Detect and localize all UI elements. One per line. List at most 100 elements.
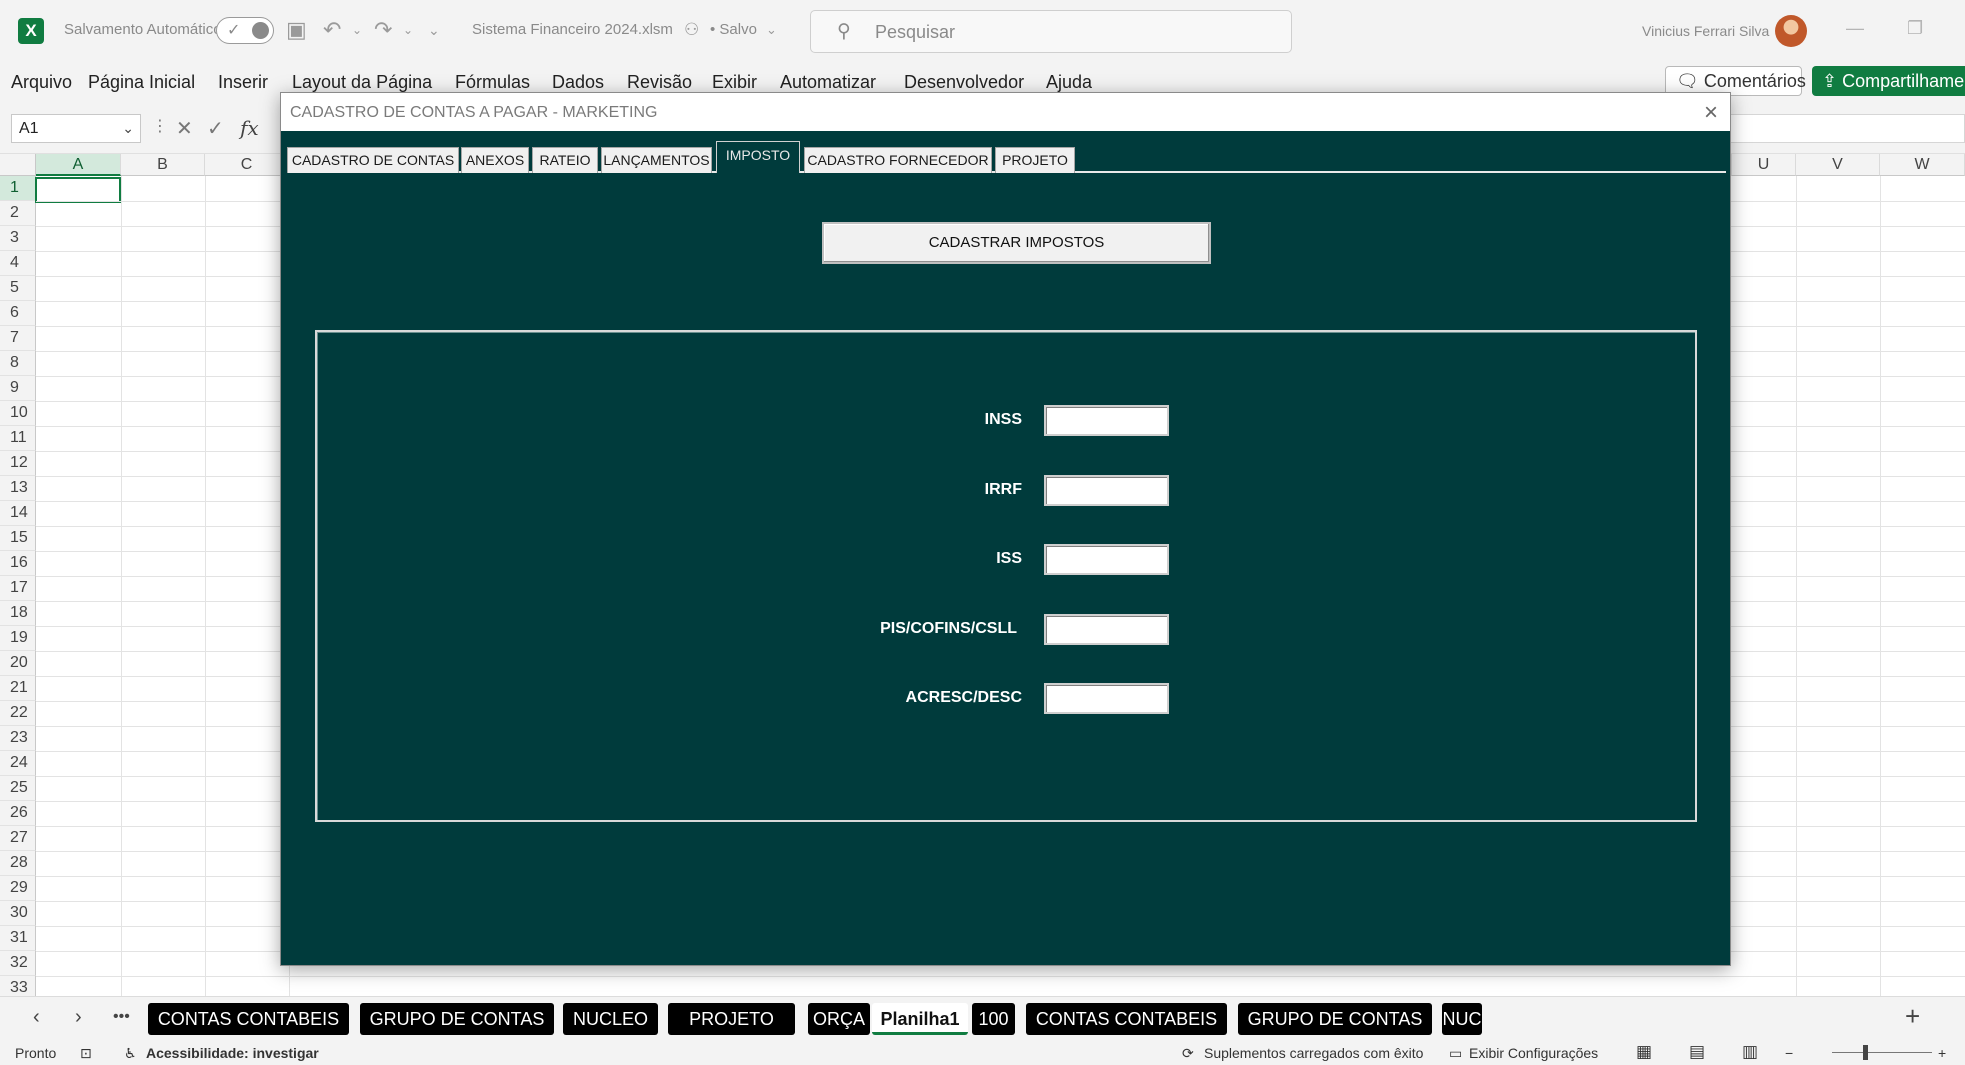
row-header[interactable]: 13 [0, 476, 36, 501]
redo-dropdown-icon[interactable]: ⌄ [403, 17, 413, 43]
scroll-left-icon[interactable]: ‹ [33, 1006, 40, 1029]
scroll-right-icon[interactable]: › [75, 1006, 82, 1029]
sheet-tab-grupo-de-contas-2[interactable]: GRUPO DE CONTAS [1238, 1003, 1432, 1035]
row-header[interactable]: 31 [0, 926, 36, 951]
normal-view-icon[interactable]: ▦ [1636, 1042, 1652, 1062]
row-header[interactable]: 22 [0, 701, 36, 726]
column-header-u[interactable]: U [1732, 154, 1796, 176]
zoom-slider-thumb[interactable] [1863, 1045, 1868, 1060]
row-header[interactable]: 30 [0, 901, 36, 926]
autosave-toggle[interactable]: ✓ [216, 17, 274, 44]
row-header[interactable]: 19 [0, 626, 36, 651]
enter-icon[interactable]: ✓ [207, 116, 224, 141]
sheet-tab-grupo-de-contas[interactable]: GRUPO DE CONTAS [360, 1003, 554, 1035]
page-break-view-icon[interactable]: ▥ [1742, 1042, 1758, 1062]
restore-icon[interactable]: ❐ [1907, 18, 1923, 39]
more-options-icon[interactable]: ⋮ [152, 116, 168, 136]
column-header-a[interactable]: A [36, 154, 121, 176]
row-header[interactable]: 14 [0, 501, 36, 526]
accessibility-status[interactable]: Acessibilidade: investigar [146, 1045, 319, 1061]
column-header-v[interactable]: V [1796, 154, 1880, 176]
sheet-tab-planilha1[interactable]: Planilha1 [872, 1003, 968, 1035]
formula-input[interactable] [1730, 114, 1965, 143]
zoom-in-icon[interactable]: + [1938, 1045, 1946, 1061]
sheet-tab-nucleo[interactable]: NUCLEO [563, 1003, 658, 1035]
excel-logo-icon[interactable]: X [18, 18, 44, 44]
menu-formulas[interactable]: Fórmulas [455, 72, 530, 93]
row-header[interactable]: 2 [0, 201, 36, 226]
row-header[interactable]: 16 [0, 551, 36, 576]
saved-status[interactable]: • Salvo [710, 21, 757, 38]
add-sheet-icon[interactable]: + [1905, 1001, 1920, 1032]
display-settings[interactable]: Exibir Configurações [1469, 1045, 1598, 1061]
search-input[interactable]: ⚲ Pesquisar [810, 10, 1292, 53]
sheet-tab-contas-contabeis-2[interactable]: CONTAS CONTABEIS [1026, 1003, 1227, 1035]
dialog-title-bar[interactable]: CADASTRO DE CONTAS A PAGAR - MARKETING × [281, 93, 1730, 131]
tab-cadastro-de-contas[interactable]: CADASTRO DE CONTAS [287, 147, 459, 173]
cadastrar-impostos-button[interactable]: CADASTRAR IMPOSTOS [822, 222, 1211, 264]
user-name[interactable]: Vinicius Ferrari Silva [1642, 23, 1769, 39]
row-header[interactable]: 27 [0, 826, 36, 851]
column-header-b[interactable]: B [121, 154, 205, 176]
sheet-tab-contas-contabeis[interactable]: CONTAS CONTABEIS [148, 1003, 349, 1035]
row-header[interactable]: 29 [0, 876, 36, 901]
redo-icon[interactable]: ↷ [374, 17, 392, 43]
irrf-field[interactable] [1044, 475, 1169, 506]
menu-layout-da-pagina[interactable]: Layout da Página [292, 72, 432, 93]
row-header[interactable]: 26 [0, 801, 36, 826]
sheet-tab-projeto[interactable]: PROJETO [668, 1003, 795, 1035]
row-header[interactable]: 5 [0, 276, 36, 301]
iss-field[interactable] [1044, 544, 1169, 575]
row-header[interactable]: 15 [0, 526, 36, 551]
sheet-tab-nucleo-2[interactable]: NUC [1442, 1003, 1482, 1035]
saved-dropdown-icon[interactable]: ⌄ [766, 17, 777, 43]
chevron-down-icon[interactable]: ⌄ [122, 115, 134, 142]
insert-function-icon[interactable]: fx [240, 116, 259, 140]
inss-field[interactable] [1044, 405, 1169, 436]
tab-projeto[interactable]: PROJETO [995, 147, 1075, 173]
menu-desenvolvedor[interactable]: Desenvolvedor [904, 72, 1024, 93]
row-header[interactable]: 12 [0, 451, 36, 476]
file-name[interactable]: Sistema Financeiro 2024.xlsm [472, 21, 673, 38]
customize-toolbar-icon[interactable]: ⌄ [428, 17, 440, 43]
row-header[interactable]: 7 [0, 326, 36, 351]
row-header[interactable]: 6 [0, 301, 36, 326]
column-header-w[interactable]: W [1880, 154, 1965, 176]
tab-lancamentos[interactable]: LANÇAMENTOS [601, 147, 712, 173]
close-icon[interactable]: × [1704, 99, 1718, 127]
row-header[interactable]: 8 [0, 351, 36, 376]
row-header[interactable]: 18 [0, 601, 36, 626]
row-header[interactable]: 32 [0, 951, 36, 976]
save-icon[interactable]: ▣ [286, 17, 307, 43]
sheet-tab-100[interactable]: 100 [972, 1003, 1015, 1035]
tab-anexos[interactable]: ANEXOS [461, 147, 529, 173]
row-header[interactable]: 11 [0, 426, 36, 451]
addins-status[interactable]: Suplementos carregados com êxito [1204, 1045, 1423, 1061]
menu-automatizar[interactable]: Automatizar [780, 72, 876, 93]
avatar[interactable] [1775, 15, 1807, 47]
column-header-c[interactable]: C [205, 154, 289, 176]
zoom-out-icon[interactable]: − [1785, 1045, 1793, 1061]
sheet-tab-orcamento[interactable]: ORÇA [808, 1003, 870, 1035]
pis-cofins-csll-field[interactable] [1044, 614, 1169, 645]
menu-exibir[interactable]: Exibir [712, 72, 757, 93]
menu-pagina-inicial[interactable]: Página Inicial [88, 72, 195, 93]
row-header[interactable]: 25 [0, 776, 36, 801]
page-layout-view-icon[interactable]: ▤ [1689, 1042, 1705, 1062]
row-header[interactable]: 1 [0, 176, 36, 201]
tab-cadastro-fornecedor[interactable]: CADASTRO FORNECEDOR [804, 147, 992, 173]
row-header[interactable]: 28 [0, 851, 36, 876]
cancel-icon[interactable]: ✕ [176, 116, 193, 141]
minimize-icon[interactable]: — [1846, 18, 1864, 39]
acresc-desc-field[interactable] [1044, 683, 1169, 714]
active-cell-a1[interactable] [35, 177, 121, 203]
more-sheets-icon[interactable]: ••• [113, 1008, 130, 1026]
menu-arquivo[interactable]: Arquivo [11, 72, 72, 93]
tab-rateio[interactable]: RATEIO [532, 147, 598, 173]
row-header[interactable]: 17 [0, 576, 36, 601]
macro-record-icon[interactable]: ⊡ [80, 1045, 92, 1062]
row-header[interactable]: 20 [0, 651, 36, 676]
row-header[interactable]: 4 [0, 251, 36, 276]
select-all-corner[interactable] [0, 154, 36, 176]
menu-inserir[interactable]: Inserir [218, 72, 268, 93]
